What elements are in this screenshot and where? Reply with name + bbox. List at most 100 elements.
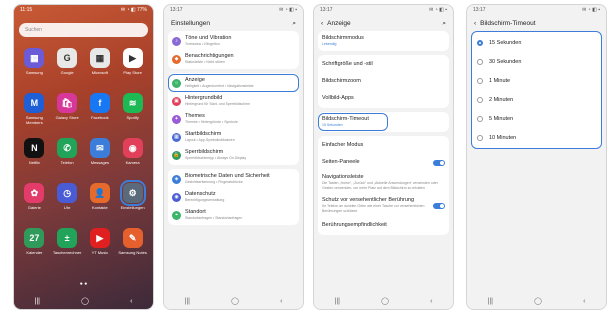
page-title: Einstellungen [171,20,211,27]
settings-item-notification[interactable]: ◆ Benachrichtigungen Statusleiste • Nicht … [168,50,299,68]
item-title: Seiten-Paneele [322,159,360,165]
recents-button[interactable]: ||| [335,298,340,305]
timeout-option[interactable]: 5 Minuten [471,109,602,128]
edge-panels-item[interactable]: Seiten-Paneele [318,154,449,171]
app-messages[interactable]: ✉ Messages [84,138,117,171]
radio-button[interactable] [477,58,483,65]
app-facebook[interactable]: f Facebook [84,93,117,126]
fullscreen-item[interactable]: Vollbild-Apps [318,90,449,107]
app-yt-music[interactable]: ▶ YT Music [84,228,117,261]
accidental-touch-toggle[interactable] [433,202,445,209]
timeout-option[interactable]: 10 Minuten [471,128,602,147]
navbar-item[interactable]: Navigationsleiste Die Tasten „Home“, „Zur… [318,171,449,194]
card-misc: Einfacher Modus Seiten-Paneele Navigatio… [318,136,449,235]
app-calendar[interactable]: 27 Kalender [18,228,51,261]
accidental-touch-item[interactable]: Schutz vor versehentlicher Berührung Ihr … [318,194,449,217]
timeout-option[interactable]: 30 Sekunden [471,52,602,71]
messages-icon: ✉ [89,138,110,158]
item-subtitle: Sperrbildschirmtyp • Always On Display [185,156,247,160]
app-galaxy-store[interactable]: 🛍 Galaxy Store [51,93,84,126]
app-clock[interactable]: ◷ Uhr [51,183,84,216]
radio-button[interactable] [477,134,483,141]
settings-item-privacy[interactable]: ◉ Datenschutz Berechtigungsverwaltung [168,188,299,206]
radio-button[interactable] [477,77,483,84]
app-label: YT Music [91,250,109,255]
touch-sensitivity-item[interactable]: Berührungsempfindlichkeit [318,217,449,234]
app-label: Kontakte [91,205,108,210]
settings-item-location[interactable]: ⌖ Standort Standortanfragen • Standortanfr… [168,206,299,224]
app-spotify[interactable]: ≋ Spotify [116,93,149,126]
home-button[interactable]: ◯ [81,297,89,305]
back-button[interactable]: ‹ [583,298,585,305]
recents-button[interactable]: ||| [488,298,493,305]
radio-button[interactable] [477,39,483,46]
camera-icon: ◉ [122,138,143,158]
search-icon[interactable]: ⌕ [442,20,446,28]
status-time: 13:17 [473,7,486,13]
recents-button[interactable]: ||| [185,298,190,305]
settings-item-security[interactable]: ◈ Biometrische Daten und Sicherheit Gesich… [168,170,299,188]
app-calculator[interactable]: ± Taschenrechner [51,228,84,261]
app-contacts[interactable]: 👤 Kontakte [84,183,117,216]
edge-panels-toggle[interactable] [433,159,445,166]
settings-list: ♪ Töne und Vibration Tonmodus • Klingelton… [168,31,299,225]
item-subtitle: Statusleiste • Nicht stören [185,60,225,64]
back-arrow-icon[interactable]: ‹ [474,20,476,27]
app-samsung-folder[interactable]: ▦ Samsung [18,48,51,81]
app-play-store[interactable]: ▶ Play Store [116,48,149,81]
font-item[interactable]: Schriftgröße und -stil [318,56,449,73]
status-bar: 13:17 ✉ ◔ ◧ ▪ [314,5,453,16]
back-button[interactable]: ‹ [430,298,432,305]
easy-mode-item[interactable]: Einfacher Modus [318,137,449,154]
settings-item-themes[interactable]: ✦ Themes Themes • Hintergründe • Symbole [168,110,299,128]
phone-icon: ✆ [57,138,78,158]
samsung-folder-icon: ▦ [24,48,45,68]
app-grid: ▦ Samsung G Google ▦ Microsoft ▶ Play Store M Sam… [18,48,149,261]
app-notes[interactable]: ✎ Samsung Notes [116,228,149,261]
home-button[interactable]: ◯ [231,297,239,305]
settings-item-display[interactable]: ☼ Anzeige Helligkeit • Augenkomfort • Navi… [168,74,299,92]
app-camera[interactable]: ◉ Kamera [116,138,149,171]
item-subtitle: Berechtigungsverwaltung [185,198,225,202]
app-netflix[interactable]: N Netflix [18,138,51,171]
location-icon: ⌖ [172,210,181,220]
screen-timeout-item[interactable]: Bildschirm-Timeout 15 Sekunden [318,113,388,131]
settings-item-sound[interactable]: ♪ Töne und Vibration Tonmodus • Klingelton [168,32,299,50]
back-arrow-icon[interactable]: ‹ [321,20,323,27]
back-button[interactable]: ‹ [280,298,282,305]
settings-item-lock-screen[interactable]: 🔒 Sperrbildschirm Sperrbildschirmtyp • Alw… [168,146,299,164]
calendar-icon: 27 [24,228,45,248]
app-settings[interactable]: ⚙ Einstellungen [116,180,149,216]
back-button[interactable]: ‹ [130,298,132,305]
search-icon[interactable]: ⌕ [292,20,296,28]
recents-button[interactable]: ||| [35,298,40,305]
app-gallery[interactable]: ✿ Galerie [18,183,51,216]
home-button[interactable]: ◯ [534,297,542,305]
app-microsoft-folder[interactable]: ▦ Microsoft [84,48,117,81]
item-title: Einfacher Modus [322,142,364,148]
samsung-members-icon: M [24,93,45,113]
play-store-icon: ▶ [122,48,143,68]
screen-mode-item[interactable]: Bildschirmmodus Lebendig [318,32,449,50]
item-title: Sperrbildschirm [185,149,224,155]
timeout-option[interactable]: 2 Minuten [471,90,602,109]
app-samsung-members[interactable]: M Samsung Members [18,93,51,126]
settings-item-home-screen[interactable]: ▦ Startbildschirm Layout • App-Symbolindik… [168,128,299,146]
status-time: 13:17 [170,7,183,13]
app-google-folder[interactable]: G Google [51,48,84,81]
option-label: 30 Sekunden [489,58,522,65]
search-bar[interactable]: Suchen [19,23,148,37]
item-subtitle: Standortanfragen • Standortanfragen [185,216,243,220]
status-bar: 13:17 ✉ ◔ ◧ ▪ [467,5,606,16]
app-label: Spotify [126,115,139,120]
zoom-item[interactable]: Bildschirmzoom [318,73,449,90]
galaxy-store-icon: 🛍 [57,93,78,113]
settings-item-wallpaper[interactable]: ▣ Hintergrundbild Hintergrund für Start- u… [168,92,299,110]
timeout-option[interactable]: 15 Sekunden [471,33,602,52]
item-subtitle: Helligkeit • Augenkomfort • Navigationsl… [185,84,254,88]
timeout-option[interactable]: 1 Minute [471,71,602,90]
home-button[interactable]: ◯ [381,297,389,305]
radio-button[interactable] [477,96,483,103]
app-phone[interactable]: ✆ Telefon [51,138,84,171]
radio-button[interactable] [477,115,483,122]
